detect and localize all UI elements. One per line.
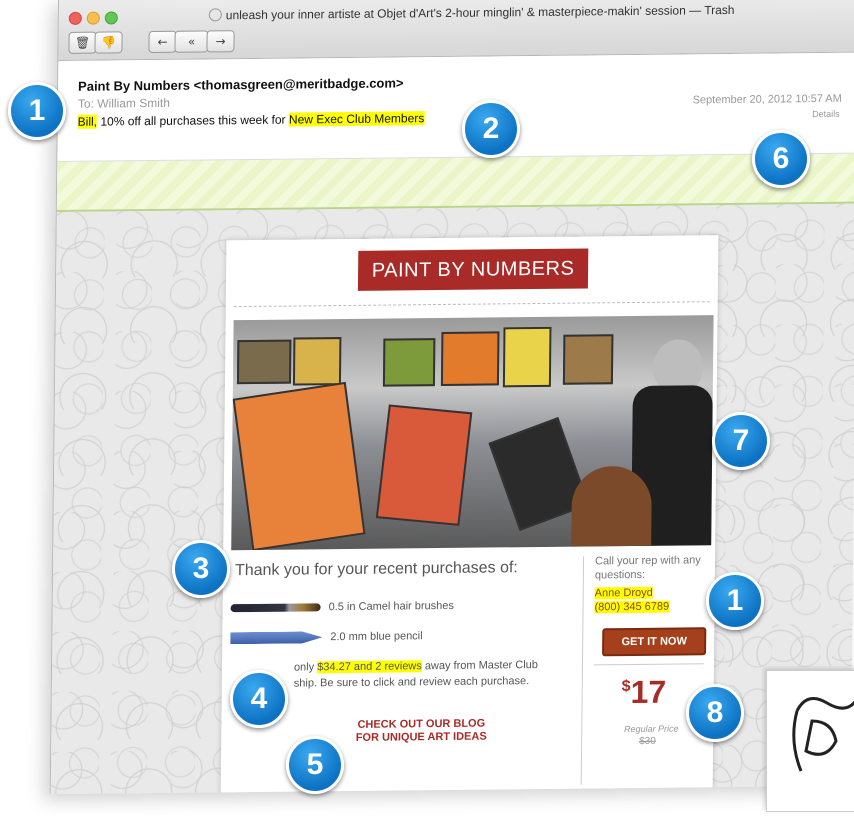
minimize-window-button[interactable] bbox=[86, 11, 100, 25]
title-bar: unleash your inner artiste at Objet d'Ar… bbox=[58, 0, 854, 79]
reply-icon: ← bbox=[157, 34, 168, 49]
trash-icon: 🗑 bbox=[74, 35, 91, 50]
callout-badge-6: 6 bbox=[752, 130, 810, 188]
subject-highlight: New Exec Club Members bbox=[288, 111, 425, 127]
callout-badge-5: 5 bbox=[286, 736, 344, 794]
callout-badge-3: 3 bbox=[172, 540, 230, 598]
callout-badge-4: 4 bbox=[230, 670, 288, 728]
green-banner bbox=[56, 153, 854, 213]
sender[interactable]: Paint By Numbers <thomasgreen@meritbadge… bbox=[78, 75, 404, 93]
rep-name: Anne Droyd bbox=[594, 586, 653, 600]
subject-line: Bill, 10% off all purchases this week fo… bbox=[77, 111, 425, 129]
reply-all-button[interactable]: « bbox=[174, 30, 209, 53]
delete-button[interactable]: 🗑 bbox=[68, 31, 97, 54]
regular-price-label: Regular Price bbox=[623, 723, 679, 735]
thank-you-heading: Thank you for your recent purchases of: bbox=[234, 559, 518, 580]
reply-button[interactable]: ← bbox=[148, 30, 177, 54]
mail-window: unleash your inner artiste at Objet d'Ar… bbox=[49, 0, 854, 795]
window-title: unleash your inner artiste at Objet d'Ar… bbox=[208, 3, 735, 23]
regular-price: $30 bbox=[639, 735, 656, 747]
callout-badge-1b: 1 bbox=[706, 572, 764, 630]
forward-button[interactable]: → bbox=[206, 30, 235, 53]
price-divider bbox=[593, 663, 704, 666]
subject-name: Bill, bbox=[77, 114, 98, 129]
message-date: September 20, 2012 10:57 AM bbox=[692, 92, 842, 107]
close-window-button[interactable] bbox=[68, 11, 82, 25]
callout-badge-2: 2 bbox=[462, 100, 520, 158]
details-link[interactable]: Details bbox=[812, 109, 840, 119]
purchase-item-pencil: 2.0 mm blue pencil bbox=[230, 630, 423, 644]
reply-all-icon: « bbox=[187, 34, 196, 49]
purchase-item-brush: 0.5 in Camel hair brushes bbox=[230, 600, 454, 614]
recipient: To: William Smith bbox=[77, 95, 171, 111]
dotted-divider bbox=[233, 301, 710, 308]
rep-label: Call your rep with any questions: bbox=[594, 554, 701, 582]
pencil-icon bbox=[230, 631, 322, 644]
callout-badge-7: 7 bbox=[712, 412, 770, 470]
paint-logo-card bbox=[766, 670, 854, 812]
brush-icon bbox=[230, 603, 321, 613]
hero-photo bbox=[231, 315, 714, 551]
vertical-divider bbox=[580, 556, 585, 785]
reviews-highlight: $34.27 and 2 reviews bbox=[317, 660, 422, 674]
thumbs-down-icon: 👎 bbox=[100, 35, 117, 50]
message-icon bbox=[208, 8, 222, 22]
sale-price: $17 bbox=[621, 673, 667, 711]
email-card: PAINT BY NUMBERS Thank you for your rece… bbox=[220, 235, 719, 795]
rep-contact: Anne Droyd (800) 345 6789 bbox=[594, 586, 670, 615]
get-it-now-button[interactable]: GET IT NOW bbox=[602, 627, 707, 657]
brand-logo: PAINT BY NUMBERS bbox=[357, 248, 589, 291]
window-controls bbox=[68, 11, 118, 25]
forward-icon: → bbox=[215, 34, 226, 49]
paint-swirl-icon bbox=[792, 697, 854, 772]
message-header: Paint By Numbers <thomasgreen@meritbadge… bbox=[57, 52, 854, 163]
rep-phone: (800) 345 6789 bbox=[594, 600, 670, 614]
callout-badge-8: 8 bbox=[686, 684, 744, 742]
callout-badge-1: 1 bbox=[8, 82, 66, 140]
blog-link[interactable]: CHECK OUT OUR BLOG FOR UNIQUE ART IDEAS bbox=[331, 717, 511, 745]
zoom-window-button[interactable] bbox=[104, 11, 118, 25]
junk-button[interactable]: 👎 bbox=[94, 31, 123, 54]
